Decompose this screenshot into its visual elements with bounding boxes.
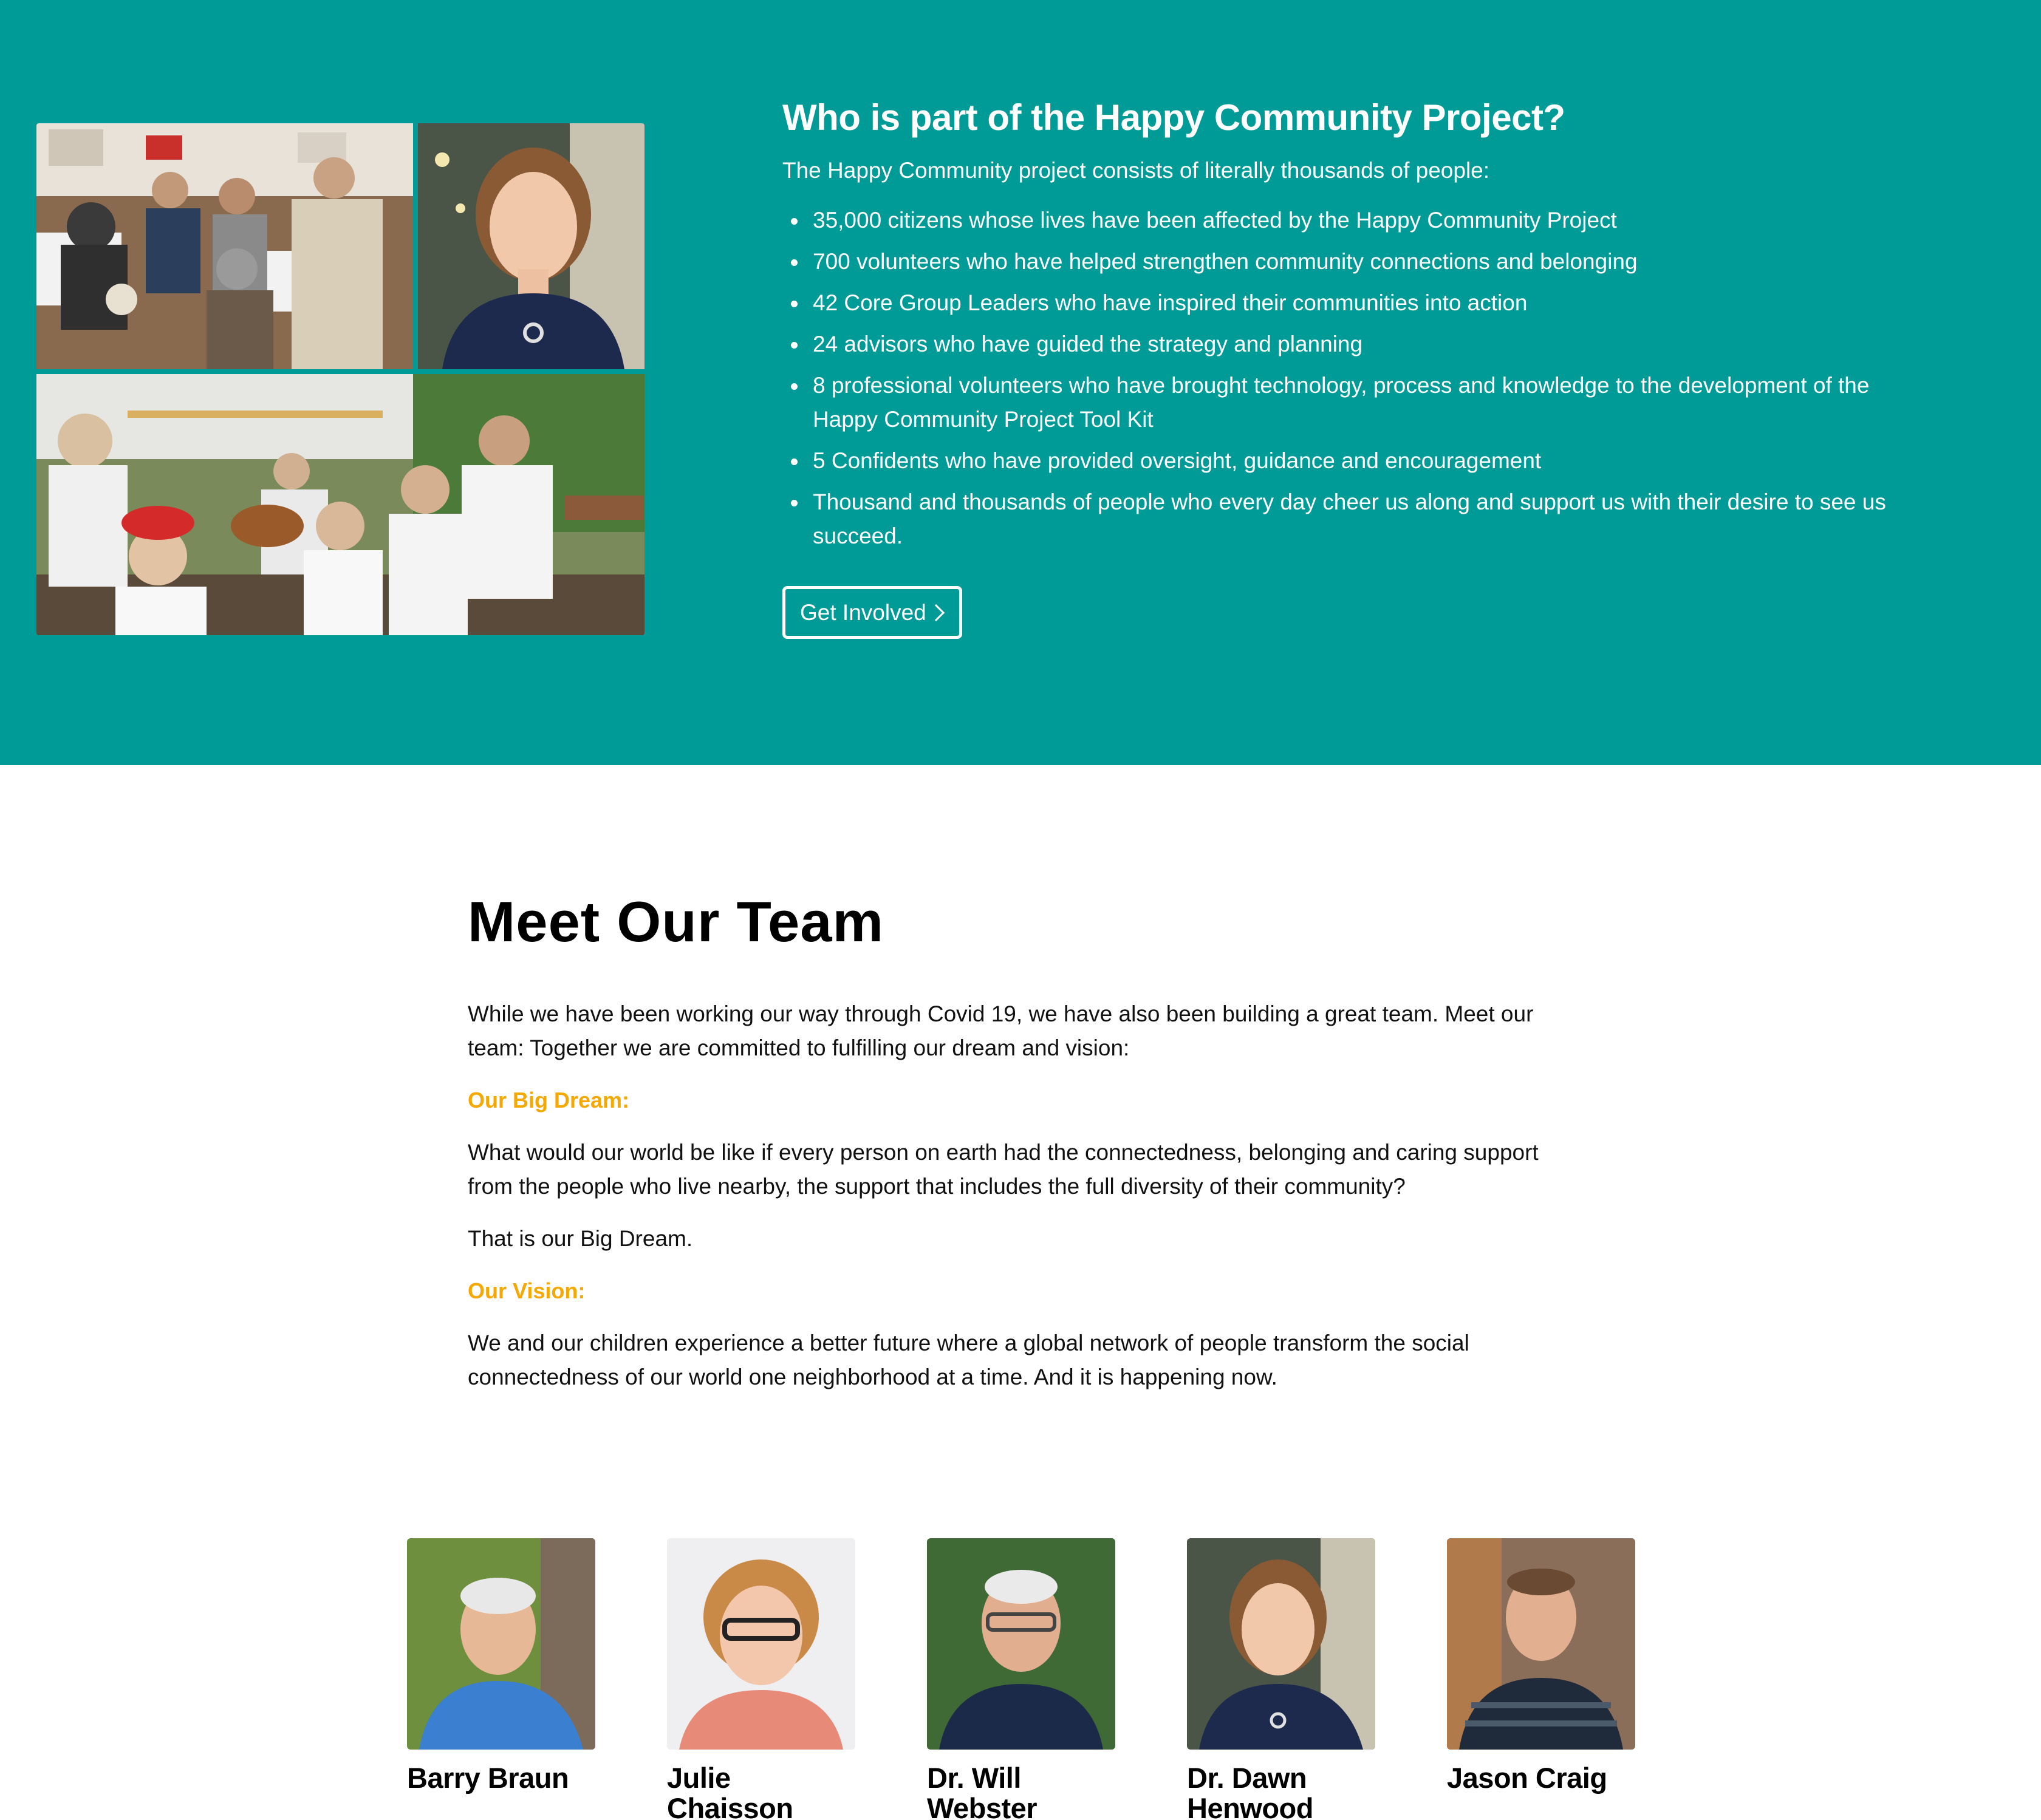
- outdoor-group-photo: [36, 374, 644, 635]
- vision-heading: Our Vision:: [468, 1278, 586, 1303]
- hero-section: Who is part of the Happy Community Proje…: [0, 0, 2041, 765]
- participants-list: 35,000 citizens whose lives have been af…: [782, 203, 1937, 553]
- community-dinner-photo: [36, 123, 413, 369]
- list-item: 35,000 citizens whose lives have been af…: [782, 203, 1937, 237]
- member-photo[interactable]: [1447, 1538, 1635, 1750]
- member-photo[interactable]: [1187, 1538, 1375, 1750]
- member-photo[interactable]: [407, 1538, 595, 1750]
- member-photo[interactable]: [667, 1538, 855, 1750]
- list-item: Thousand and thousands of people who eve…: [782, 485, 1937, 553]
- team-member-card[interactable]: Dr. Will Webster: [927, 1538, 1115, 1820]
- list-item: 24 advisors who have guided the strategy…: [782, 327, 1937, 361]
- woman-portrait-photo: [418, 123, 644, 369]
- team-title: Meet Our Team: [468, 890, 884, 953]
- team-member-card[interactable]: Barry Braun: [407, 1538, 595, 1793]
- dream-text: What would our world be like if every pe…: [468, 1140, 1539, 1199]
- hero-intro: The Happy Community project consists of …: [782, 158, 1490, 183]
- list-item: 8 professional volunteers who have broug…: [782, 369, 1937, 437]
- community-photo-collage: [36, 123, 644, 635]
- list-item: 42 Core Group Leaders who have inspired …: [782, 286, 1937, 320]
- team-member-card[interactable]: Dr. Dawn Henwood: [1187, 1538, 1375, 1820]
- member-name: Jason Craig: [1447, 1762, 1607, 1794]
- team-member-card[interactable]: Jason Craig: [1447, 1538, 1635, 1793]
- member-name: Julie Chaisson: [667, 1762, 793, 1820]
- member-photo[interactable]: [927, 1538, 1115, 1750]
- get-involved-button[interactable]: Get Involved: [782, 586, 962, 639]
- team-intro: While we have been working our way throu…: [468, 1001, 1534, 1060]
- member-name: Barry Braun: [407, 1762, 569, 1794]
- vision-text: We and our children experience a better …: [468, 1331, 1469, 1389]
- dream-closing: That is our Big Dream.: [468, 1226, 693, 1251]
- dream-heading: Our Big Dream:: [468, 1088, 630, 1113]
- member-name: Dr. Dawn Henwood: [1187, 1762, 1313, 1820]
- hero-title: Who is part of the Happy Community Proje…: [782, 97, 1565, 138]
- team-member-card[interactable]: Julie Chaisson: [667, 1538, 855, 1820]
- team-section: Meet Our Team While we have been working…: [468, 885, 1561, 1394]
- team-members-grid: Barry Braun Julie Chaisson Dr. Will Webs: [407, 1538, 1635, 1820]
- hero-text-block: Who is part of the Happy Community Proje…: [782, 94, 1937, 639]
- get-involved-label: Get Involved: [800, 599, 926, 625]
- list-item: 700 volunteers who have helped strengthe…: [782, 245, 1937, 279]
- chevron-right-icon: [927, 604, 945, 621]
- member-name: Dr. Will Webster: [927, 1762, 1038, 1820]
- list-item: 5 Confidents who have provided oversight…: [782, 444, 1937, 478]
